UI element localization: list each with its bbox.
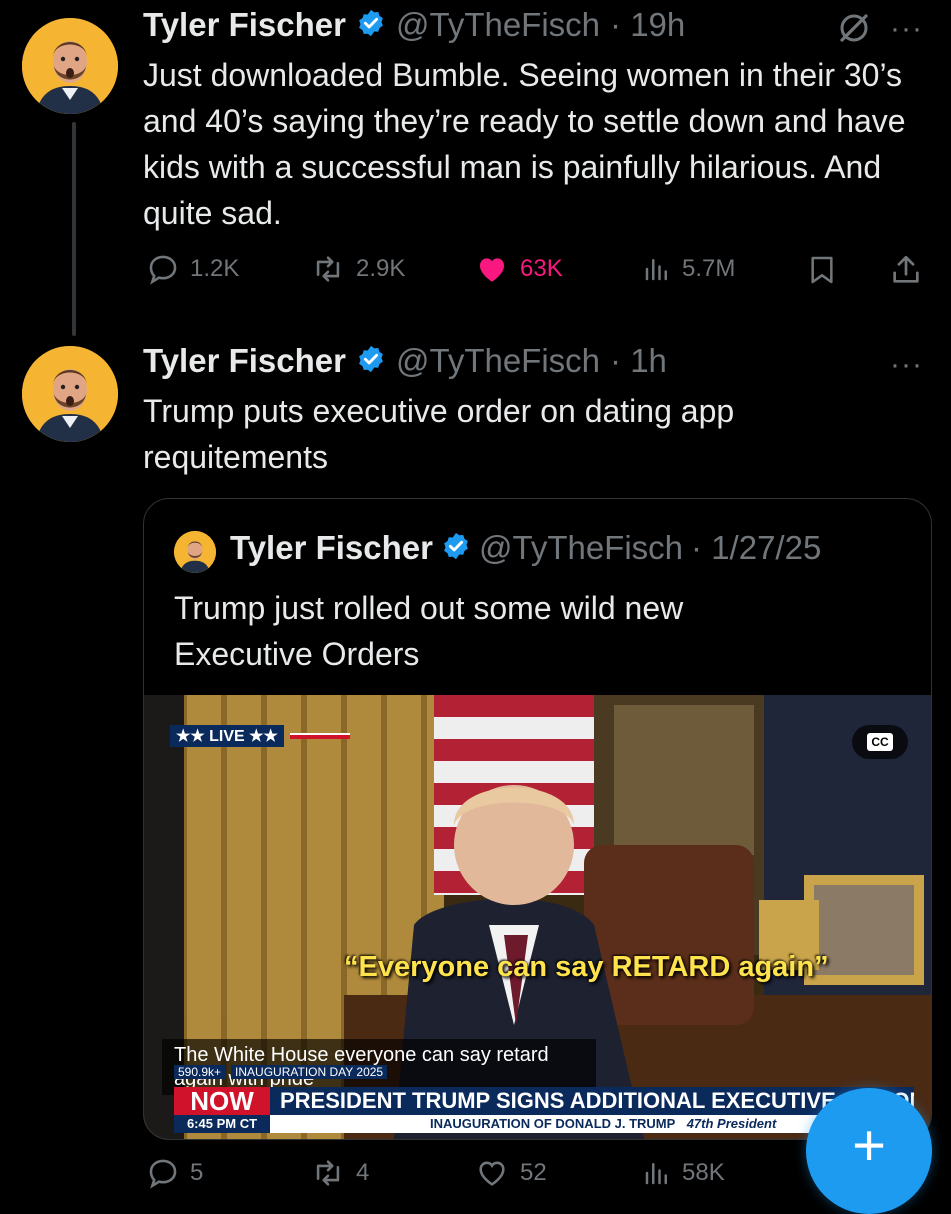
- repost-count: 2.9K: [356, 255, 406, 282]
- tweet-timestamp[interactable]: · 19h: [610, 6, 685, 44]
- tweet-text: Trump puts executive order on dating app…: [143, 393, 735, 475]
- views-chart-icon: [645, 259, 667, 281]
- repost-icon: [316, 256, 340, 282]
- plus-icon: +: [852, 1113, 886, 1178]
- avatar[interactable]: [22, 18, 118, 114]
- quoted-author-handle: @TyTheFisch: [478, 529, 684, 566]
- cc-icon: CC: [867, 733, 893, 751]
- inauguration-tag: INAUGURATION DAY 2025: [231, 1065, 388, 1079]
- view-count: 58K: [682, 1159, 725, 1186]
- views-button[interactable]: 5.7M: [642, 252, 735, 286]
- reply-button[interactable]: 5: [146, 1156, 203, 1190]
- like-count: 63K: [520, 255, 563, 282]
- more-options-icon[interactable]: ···: [890, 348, 923, 382]
- verified-badge-icon: [356, 8, 386, 43]
- more-options-icon[interactable]: ···: [890, 12, 923, 46]
- heart-filled-icon: [479, 258, 505, 282]
- video-caption-overlay: “Everyone can say RETARD again”: [344, 951, 829, 983]
- reply-count: 5: [190, 1159, 204, 1186]
- tweet-timestamp[interactable]: · 1h: [610, 342, 667, 380]
- compose-fab-button[interactable]: +: [806, 1088, 932, 1214]
- views-chart-icon: [645, 1163, 667, 1185]
- quoted-timestamp: · 1/27/25: [691, 529, 822, 566]
- share-button[interactable]: [889, 252, 923, 288]
- heart-outline-icon: [479, 1161, 505, 1186]
- live-stripe: [289, 733, 350, 739]
- tweet-header: Tyler Fischer @TyTheFisch · 19h: [143, 6, 685, 44]
- grok-icon[interactable]: [836, 10, 872, 51]
- like-button[interactable]: 63K: [474, 252, 563, 286]
- reply-count: 1.2K: [190, 255, 240, 282]
- video-player[interactable]: ★★ LIVE ★★ CC “Everyone can say RETARD a…: [144, 695, 931, 1139]
- repost-count: 4: [356, 1159, 370, 1186]
- lower-third-tags: 590.9k+ INAUGURATION DAY 2025: [174, 1065, 388, 1079]
- verified-badge-icon: [441, 531, 471, 566]
- bookmark-icon: [811, 256, 833, 284]
- view-count-badge: 590.9k+: [174, 1065, 226, 1079]
- author-handle[interactable]: @TyTheFisch: [396, 6, 600, 44]
- live-label: ★★ LIVE ★★: [170, 725, 284, 747]
- thread-connector-line: [72, 122, 76, 336]
- quoted-text: Trump just rolled out some wild new Exec…: [174, 590, 684, 672]
- bookmark-button[interactable]: [806, 252, 838, 288]
- quoted-author-name: Tyler Fischer: [230, 529, 433, 566]
- ticker-text: INAUGURATION OF DONALD J. TRUMP: [430, 1116, 676, 1131]
- live-badge: ★★ LIVE ★★: [170, 725, 350, 747]
- view-count: 5.7M: [682, 255, 736, 282]
- reply-icon: [149, 255, 177, 285]
- tweet-text: Just downloaded Bumble. Seeing women in …: [143, 57, 906, 231]
- quoted-avatar: [174, 531, 216, 573]
- views-button[interactable]: 58K: [642, 1156, 725, 1190]
- like-count: 52: [520, 1159, 547, 1186]
- author-name[interactable]: Tyler Fischer: [143, 342, 346, 380]
- quoted-tweet-card[interactable]: Tyler Fischer @TyTheFisch · 1/27/25 Trum…: [143, 498, 932, 1140]
- avatar[interactable]: [22, 346, 118, 442]
- reply-button[interactable]: 1.2K: [146, 252, 239, 286]
- author-handle[interactable]: @TyTheFisch: [396, 342, 600, 380]
- like-button[interactable]: 52: [474, 1156, 547, 1190]
- author-name[interactable]: Tyler Fischer: [143, 6, 346, 44]
- quoted-header: Tyler Fischer @TyTheFisch · 1/27/25: [230, 529, 821, 567]
- now-badge: NOW: [174, 1087, 270, 1115]
- tweet-header: Tyler Fischer @TyTheFisch · 1h: [143, 342, 667, 380]
- closed-captions-button[interactable]: CC: [852, 725, 908, 759]
- share-icon: [893, 255, 919, 283]
- news-time-label: 6:45 PM CT: [174, 1115, 270, 1133]
- avatar-image: [174, 531, 216, 573]
- avatar-image: [22, 346, 118, 442]
- news-headline: PRESIDENT TRUMP SIGNS ADDITIONAL EXECUTI…: [270, 1087, 914, 1115]
- reply-icon: [149, 1159, 177, 1189]
- repost-icon: [316, 1160, 340, 1186]
- ticker-script: 47th President: [686, 1116, 777, 1131]
- repost-button[interactable]: 2.9K: [310, 252, 405, 286]
- repost-button[interactable]: 4: [310, 1156, 369, 1190]
- avatar-image: [22, 18, 118, 114]
- verified-badge-icon: [356, 344, 386, 379]
